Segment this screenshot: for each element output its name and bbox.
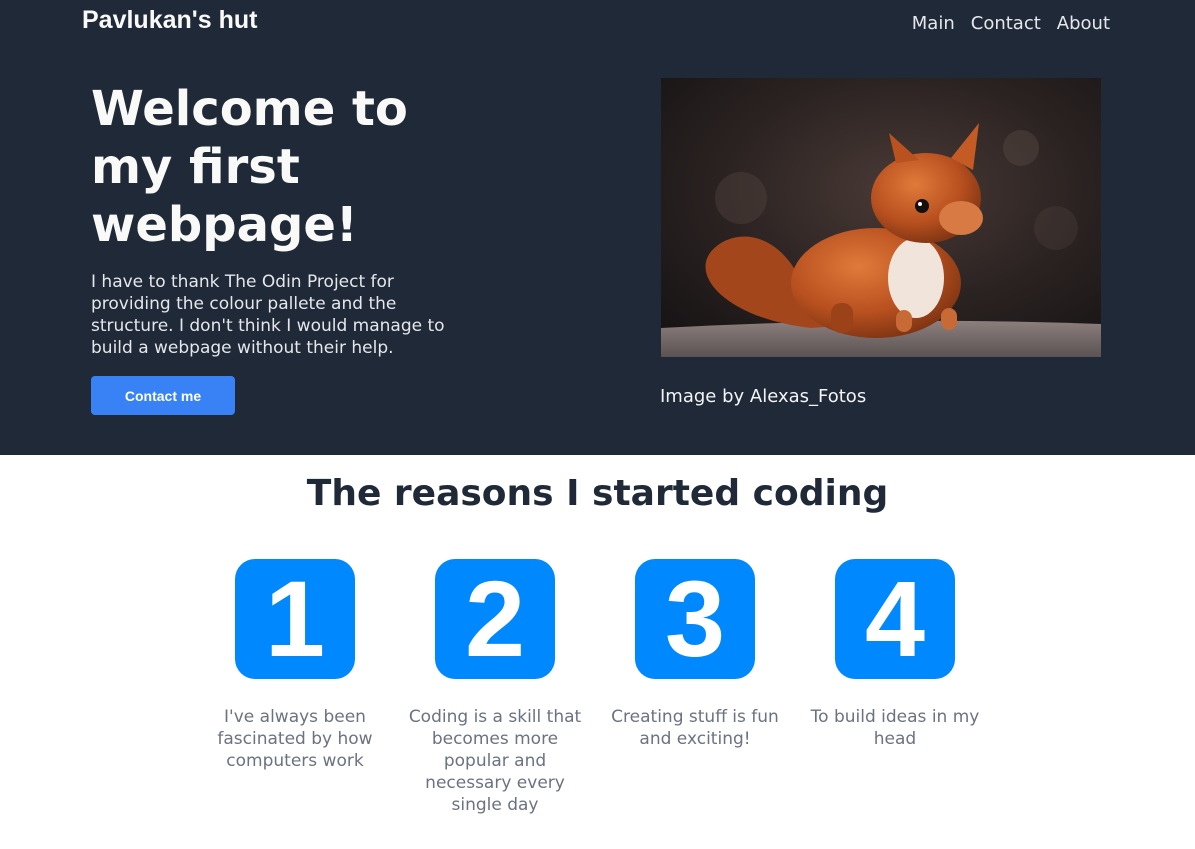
reason-text: Coding is a skill that becomes more popu… [408, 707, 582, 815]
hero-description: I have to thank The Odin Project for pro… [91, 272, 445, 358]
contact-me-button[interactable]: Contact me [91, 376, 235, 415]
number-two-icon: 2 [435, 559, 555, 679]
reason-item: 2 Coding is a skill that becomes more po… [405, 559, 585, 816]
squirrel-image [661, 78, 1101, 357]
reason-text: I've always been fascinated by how compu… [217, 707, 373, 771]
reasons-list: 1 I've always been fascinated by how com… [205, 559, 985, 816]
reason-item: 3 Creating stuff is fun and exciting! [605, 559, 785, 816]
hero-title: Welcome to my first webpage! [91, 81, 408, 253]
number-four-icon: 4 [835, 559, 955, 679]
site-logo[interactable]: Pavlukan's hut [82, 6, 257, 35]
reason-item: 1 I've always been fascinated by how com… [205, 559, 385, 816]
number-three-icon: 3 [635, 559, 755, 679]
reason-item: 4 To build ideas in my head [805, 559, 985, 816]
nav-link-about[interactable]: About [1057, 13, 1110, 34]
hero-section: Pavlukan's hut Main Contact About Welcom… [0, 0, 1195, 455]
nav-link-contact[interactable]: Contact [971, 13, 1041, 34]
reasons-title: The reasons I started coding [306, 473, 889, 514]
number-one-icon: 1 [235, 559, 355, 679]
reason-text: To build ideas in my head [810, 707, 980, 749]
reason-text: Creating stuff is fun and exciting! [611, 707, 779, 749]
image-caption: Image by Alexas_Fotos [660, 386, 867, 407]
nav-link-main[interactable]: Main [912, 13, 955, 34]
main-nav: Main Contact About [912, 13, 1110, 34]
